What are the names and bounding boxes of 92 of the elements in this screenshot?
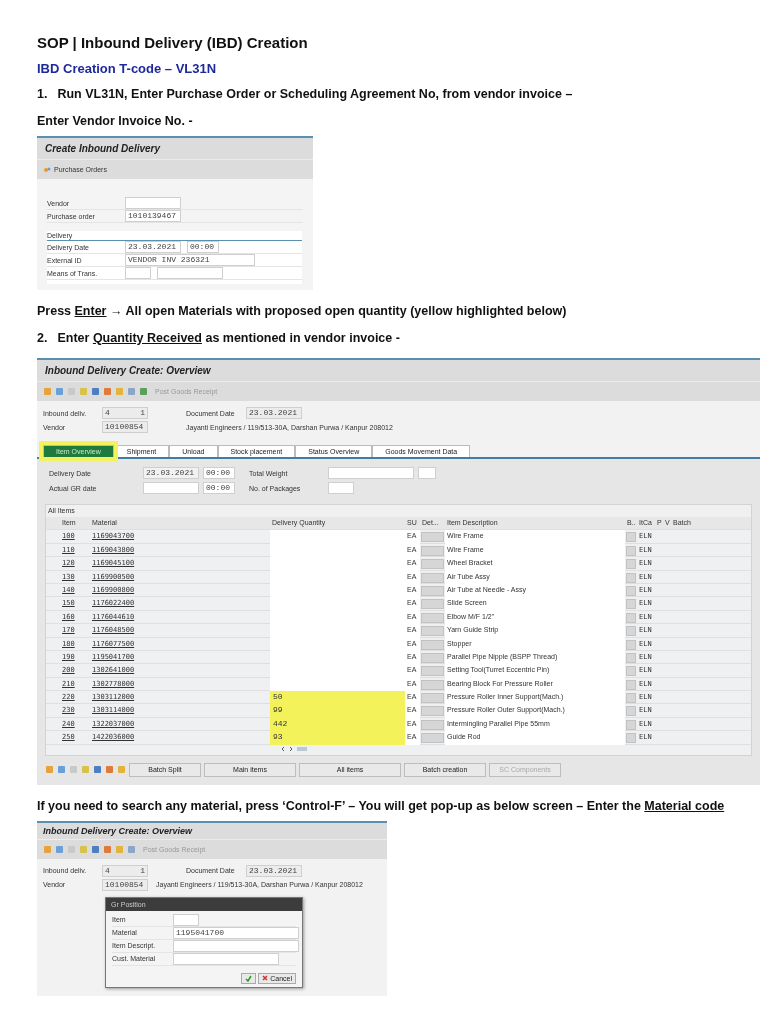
- square-icon[interactable]: [69, 765, 78, 775]
- detail-button[interactable]: [421, 532, 444, 543]
- row-button[interactable]: [626, 733, 636, 744]
- input-field[interactable]: 00:00: [203, 482, 235, 494]
- step-text: Enter Quantity Received as mentioned in vendor invoice -: [57, 331, 400, 345]
- square-icon[interactable]: [115, 844, 124, 854]
- scroll-arrows-icon[interactable]: [279, 744, 309, 753]
- row-button[interactable]: [626, 679, 636, 690]
- square-icon[interactable]: [43, 844, 52, 854]
- square-icon[interactable]: [93, 765, 102, 775]
- row-button[interactable]: [626, 572, 636, 583]
- row-button[interactable]: [626, 626, 636, 637]
- step-text: Run VL31N, Enter Purchase Order or Scheduling Agreement No, from vendor invoice –: [57, 87, 573, 101]
- input-field[interactable]: [157, 267, 223, 279]
- row-button[interactable]: [626, 693, 636, 704]
- screen-title: Create Inbound Delivery: [37, 138, 313, 159]
- row-button[interactable]: [626, 585, 636, 596]
- square-icon[interactable]: [117, 765, 126, 775]
- page-title: SOP | Inbound Delivery (IBD) Creation: [37, 34, 309, 51]
- input-field[interactable]: 10100854: [102, 421, 148, 433]
- row-button[interactable]: [626, 719, 636, 730]
- input-field[interactable]: VENDOR INV 236321: [125, 254, 255, 266]
- input-field[interactable]: 4 1: [102, 407, 148, 419]
- input-field[interactable]: 00:00: [203, 467, 235, 479]
- detail-button[interactable]: [421, 585, 444, 596]
- instruction-text: Press Enter → All open Materials with proposed open quantity (yellow highlighted below): [37, 304, 568, 318]
- square-icon[interactable]: [55, 844, 64, 854]
- detail-button[interactable]: [421, 572, 444, 583]
- square-icon[interactable]: [127, 387, 136, 396]
- square-icon[interactable]: [81, 765, 90, 775]
- input-field[interactable]: [328, 482, 354, 494]
- row-button[interactable]: [626, 545, 636, 556]
- square-icon[interactable]: [91, 844, 100, 854]
- input-field[interactable]: 23.03.2021: [125, 241, 181, 253]
- detail-button[interactable]: [421, 559, 444, 570]
- close-icon: [262, 975, 269, 982]
- input-field[interactable]: [125, 267, 151, 279]
- row-button[interactable]: [626, 559, 636, 570]
- screen-title: Inbound Delivery Create: Overview: [37, 360, 760, 381]
- square-icon[interactable]: [55, 387, 64, 396]
- square-icon[interactable]: [127, 844, 136, 854]
- input-field[interactable]: 10100854: [102, 878, 148, 891]
- input-field[interactable]: 23.03.2021: [246, 407, 302, 419]
- confirm-button[interactable]: [241, 972, 257, 984]
- detail-button[interactable]: [421, 706, 444, 717]
- screen-title: Inbound Delivery Create: Overview: [37, 822, 387, 839]
- square-icon[interactable]: [91, 387, 100, 396]
- input-field[interactable]: 23.03.2021: [246, 864, 302, 877]
- detail-button[interactable]: [421, 719, 444, 730]
- input-field[interactable]: [418, 467, 436, 479]
- row-button[interactable]: [626, 706, 636, 717]
- section-heading: IBD Creation T-code – VL31N: [37, 61, 218, 76]
- detail-button[interactable]: [421, 639, 444, 650]
- detail-button[interactable]: [421, 599, 444, 610]
- row-button[interactable]: [626, 612, 636, 623]
- input-field[interactable]: 4 1: [102, 864, 148, 877]
- square-icon[interactable]: [139, 387, 148, 396]
- check-icon: [245, 974, 253, 982]
- input-field[interactable]: [143, 482, 199, 494]
- input-field[interactable]: 23.03.2021: [143, 467, 199, 479]
- square-icon[interactable]: [57, 765, 66, 775]
- instruction-text: If you need to search any material, press ‘Control-F’ – You will get pop-up as below screen – Enter the Material code: [37, 798, 726, 813]
- detail-button[interactable]: [421, 733, 444, 744]
- input-field[interactable]: [328, 467, 414, 479]
- detail-button[interactable]: [421, 612, 444, 623]
- detail-button[interactable]: [421, 679, 444, 690]
- step-number: 1.: [37, 87, 48, 101]
- input-field[interactable]: 00:00: [187, 241, 219, 253]
- square-icon[interactable]: [115, 387, 124, 396]
- step-number: 2.: [37, 331, 48, 345]
- square-icon[interactable]: [43, 387, 52, 396]
- row-button[interactable]: [626, 666, 636, 677]
- square-icon[interactable]: [103, 387, 112, 396]
- detail-button[interactable]: [421, 626, 444, 637]
- instruction-text: Enter Vendor Invoice No. -: [37, 114, 194, 128]
- square-icon[interactable]: [103, 844, 112, 854]
- row-button[interactable]: [626, 532, 636, 543]
- detail-button[interactable]: [421, 652, 444, 663]
- quantity-cell[interactable]: 93: [270, 731, 405, 746]
- row-button[interactable]: [626, 652, 636, 663]
- detail-button[interactable]: [421, 693, 444, 704]
- square-icon[interactable]: [105, 765, 114, 775]
- row-button[interactable]: [626, 599, 636, 610]
- row-button[interactable]: [626, 639, 636, 650]
- quantity-cell[interactable]: 99: [270, 704, 405, 719]
- detail-button[interactable]: [421, 545, 444, 556]
- input-field[interactable]: 1010139467: [125, 210, 181, 222]
- input-field[interactable]: [125, 197, 181, 209]
- detail-button[interactable]: [421, 666, 444, 677]
- input-field[interactable]: [173, 913, 199, 926]
- square-icon[interactable]: [45, 765, 54, 775]
- quantity-cell[interactable]: 50: [270, 691, 405, 706]
